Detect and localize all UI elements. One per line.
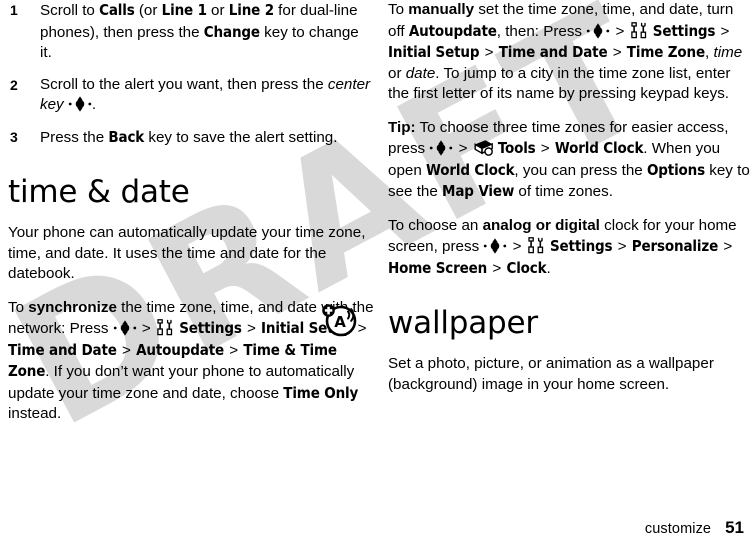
numbered-step-list: 1 Scroll to Calls (or Line 1 or Line 2 fo… [8, 0, 374, 148]
menu-term: Initial Setup [388, 43, 480, 61]
menu-term: Settings [179, 319, 242, 337]
page-title-time-and-date: time & date [8, 174, 190, 210]
body-text: . [91, 96, 97, 113]
menu-separator: > [608, 44, 626, 61]
menu-term: World Clock [426, 160, 515, 179]
body-text: or [388, 64, 406, 82]
menu-term: World Clock [554, 139, 644, 157]
menu-term: Map View [442, 182, 515, 200]
step-number: 1 [10, 2, 18, 18]
emphasis-term: manually [408, 1, 475, 18]
emphasis-term: analog or digital [482, 216, 600, 234]
menu-separator: > [117, 341, 136, 359]
body-text: . To jump to a city in the time zone lis… [388, 64, 731, 103]
center-key-icon [68, 96, 92, 112]
menu-separator: > [242, 320, 261, 337]
body-text: (or [134, 2, 162, 19]
emphasis-term: Tip: [388, 118, 416, 136]
menu-term: Line 1 [161, 1, 207, 19]
left-column: 1 Scroll to Calls (or Line 1 or Line 2 fo… [8, 0, 374, 438]
settings-tools-icon [527, 237, 543, 254]
network-autoupdate-icon: A [322, 304, 357, 337]
tools-icon [474, 140, 493, 156]
menu-term: Time Only [283, 383, 359, 402]
menu-term: Tools [497, 139, 536, 157]
numbered-step: 1 Scroll to Calls (or Line 1 or Line 2 fo… [8, 0, 374, 64]
menu-separator: > [137, 320, 155, 337]
right-body-text: To manually set the time zone, time, and… [388, 0, 754, 279]
page-footer: customize 51 [645, 518, 744, 538]
numbered-step: 2 Scroll to the alert you want, then pres… [8, 75, 374, 116]
menu-separator: > [480, 44, 498, 61]
menu-term: Settings [549, 237, 613, 255]
page-title-wallpaper: wallpaper [388, 305, 538, 341]
center-key-icon [587, 22, 610, 39]
menu-separator: > [611, 22, 629, 40]
menu-separator: > [508, 238, 526, 255]
menu-term: Clock [506, 258, 547, 277]
menu-term: Home Screen [388, 258, 488, 277]
menu-separator: > [536, 140, 554, 157]
body-text: Press the [40, 128, 109, 146]
step-text: Scroll to Calls (or Line 1 or Line 2 for… [40, 1, 359, 61]
settings-tools-icon [157, 319, 173, 336]
body-text: Your phone can automatically update your… [8, 224, 366, 282]
menu-term: Time and Date [498, 43, 608, 61]
menu-term: Time and Date [8, 340, 117, 359]
emphasis-term: synchronize [28, 298, 117, 316]
body-text: To [8, 298, 29, 316]
numbered-step: 3 Press the Back key to save the alert se… [8, 127, 374, 149]
body-text: instead. [8, 405, 62, 422]
menu-term: Back [108, 127, 145, 146]
paragraph: Tip: To choose three time zones for easi… [388, 118, 754, 203]
manual-page: 1 Scroll to Calls (or Line 1 or Line 2 fo… [0, 0, 754, 546]
menu-term: Autoupdate [408, 21, 497, 40]
paragraph: To choose an analog or digital clock for… [388, 216, 754, 280]
body-text: key to save the alert setting. [144, 128, 338, 146]
menu-term: Options [646, 160, 706, 179]
paragraph: Your phone can automatically update your… [8, 223, 374, 285]
body-text: , you can press the [514, 161, 647, 179]
body-text: To [388, 1, 409, 18]
menu-separator: > [613, 238, 631, 255]
paragraph: To manually set the time zone, time, and… [388, 0, 754, 105]
menu-term: Calls [99, 1, 135, 19]
body-text: of time zones. [514, 183, 613, 200]
menu-term: Change [203, 22, 260, 41]
footer-page-number: 51 [725, 518, 744, 537]
menu-separator: > [716, 22, 730, 40]
paragraph: Set a photo, picture, or animation as a … [388, 354, 754, 395]
body-text: or [206, 2, 229, 19]
body-text: Scroll to [40, 2, 100, 19]
menu-term: Settings [652, 21, 716, 40]
body-text: , then: Press [496, 22, 587, 40]
step-text: Scroll to the alert you want, then press… [40, 76, 370, 114]
center-key-icon [484, 238, 507, 254]
step-number: 2 [10, 76, 18, 93]
right-column: To manually set the time zone, time, and… [388, 0, 754, 408]
center-key-icon [430, 140, 453, 156]
step-number: 3 [10, 128, 18, 145]
body-text: To choose an [388, 216, 483, 234]
settings-tools-icon [630, 21, 646, 38]
step-text: Press the Back key to save the alert set… [40, 127, 338, 146]
italic-term: date [405, 64, 436, 82]
body-text: Set a photo, picture, or animation as a … [388, 355, 714, 393]
menu-term: Autoupdate [136, 340, 225, 359]
menu-term: Time Zone [626, 43, 706, 61]
center-key-icon [113, 320, 136, 336]
menu-term: Personalize [631, 237, 719, 255]
menu-separator: > [488, 259, 506, 277]
svg-text:A: A [334, 313, 346, 331]
wallpaper-body-text: Set a photo, picture, or animation as a … [388, 354, 754, 395]
footer-section-label: customize [644, 521, 712, 537]
italic-term: time [713, 44, 743, 61]
menu-separator: > [719, 238, 733, 255]
body-text: Scroll to the alert you want, then press… [40, 75, 328, 93]
menu-separator: > [225, 341, 243, 359]
body-text: . [546, 259, 551, 277]
menu-term: Line 2 [228, 1, 274, 19]
menu-separator: > [454, 140, 472, 157]
